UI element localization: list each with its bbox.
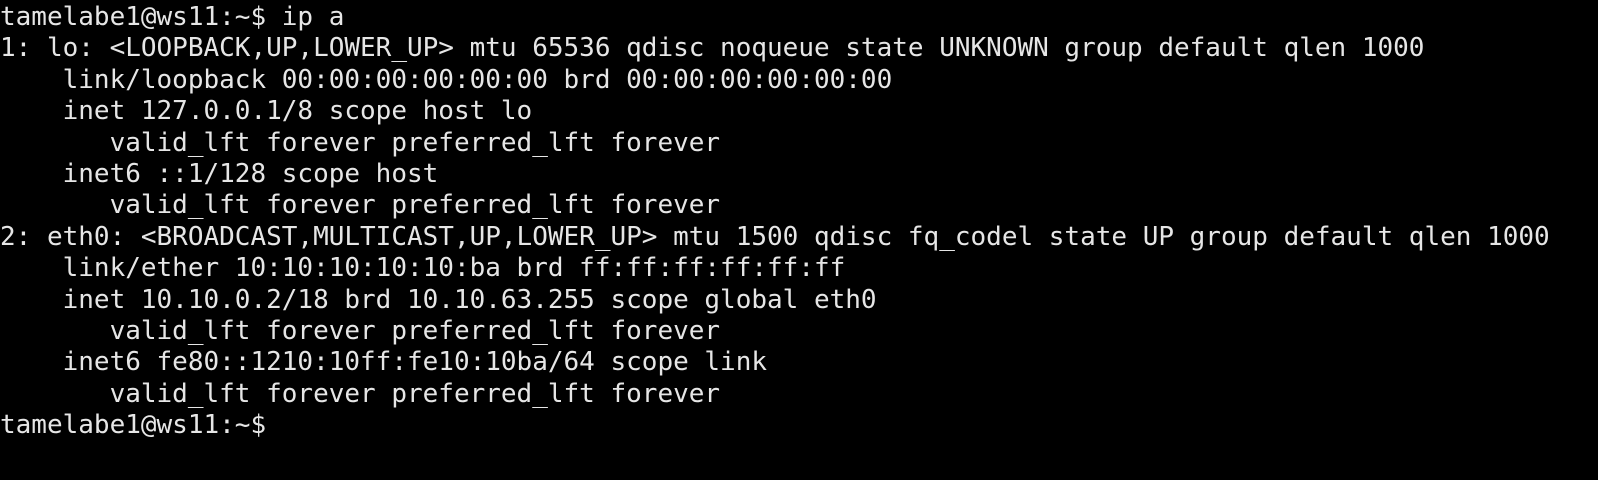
output-eth0-inet: inet 10.10.0.2/18 brd 10.10.63.255 scope…: [0, 284, 877, 315]
output-lo-interface-header: 1: lo: <LOOPBACK,UP,LOWER_UP> mtu 65536 …: [0, 33, 1425, 64]
output-lo-inet-lifetime: valid_lft forever preferred_lft forever: [0, 127, 721, 158]
output-eth0-inet-lifetime: valid_lft forever preferred_lft forever: [0, 315, 721, 346]
terminal-window[interactable]: tamelabe1@ws11:~$ ip a 1: lo: <LOOPBACK,…: [0, 0, 1598, 480]
output-lo-inet6-lifetime: valid_lft forever preferred_lft forever: [0, 190, 721, 221]
output-lo-link-loopback: link/loopback 00:00:00:00:00:00 brd 00:0…: [0, 64, 893, 95]
shell-prompt[interactable]: tamelabe1@ws11:~$: [0, 410, 1598, 441]
output-eth0-interface-header: 2: eth0: <BROADCAST,MULTICAST,UP,LOWER_U…: [0, 221, 1550, 252]
command-line-ip-a: tamelabe1@ws11:~$ ip a: [0, 2, 345, 32]
output-eth0-link-ether: link/ether 10:10:10:10:10:ba brd ff:ff:f…: [0, 253, 846, 284]
output-eth0-inet6: inet6 fe80::1210:10ff:fe10:10ba/64 scope…: [0, 347, 768, 378]
output-lo-inet6: inet6 ::1/128 scope host: [0, 158, 439, 189]
output-eth0-inet6-lifetime: valid_lft forever preferred_lft forever: [0, 378, 721, 409]
output-lo-inet: inet 127.0.0.1/8 scope host lo: [0, 96, 533, 127]
